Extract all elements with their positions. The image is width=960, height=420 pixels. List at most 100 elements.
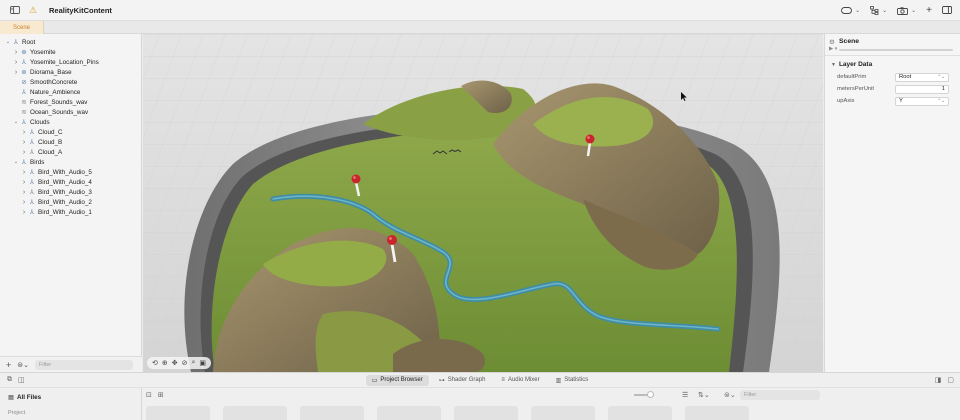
number-field[interactable]: 1 — [895, 84, 949, 94]
project-filter-input[interactable]: Filter — [740, 390, 820, 400]
warning-triangle-icon[interactable]: ⚠ — [27, 4, 39, 16]
hierarchy-item[interactable]: ≋ Ocean_Sounds_wav — [0, 107, 142, 117]
property-value: 1 — [941, 86, 945, 92]
hierarchy-item[interactable]: › ⊛ Diorama_Base — [0, 67, 142, 77]
bottom-tabs: ▭ Project Browser ⊶ Shader Graph ≡ Audio Mixe… — [365, 374, 595, 386]
inspector-toggle-icon[interactable] — [942, 5, 952, 16]
transform-icon: ⅄ — [30, 169, 34, 176]
rotate-icon[interactable]: ⊘ — [182, 359, 188, 367]
hierarchy-options-button[interactable]: ⌄ — [870, 6, 887, 15]
hierarchy-item[interactable]: ⌄ ⅄ Clouds — [0, 117, 142, 127]
asset-tile[interactable] — [223, 406, 287, 420]
diorama-scene[interactable] — [143, 34, 823, 372]
move-icon[interactable]: ✥ — [172, 359, 178, 367]
all-files-item[interactable]: ▦ All Files — [8, 394, 41, 401]
chevron-right-icon[interactable]: › — [20, 179, 28, 186]
bottom-tab-bar: ⧉ ◫ ▭ Project Browser ⊶ Shader Graph ≡ Audio … — [0, 373, 960, 388]
tab-shader-graph[interactable]: ⊶ Shader Graph — [433, 375, 492, 386]
asset-tile[interactable] — [146, 406, 210, 420]
chevron-down-icon: ⌄ — [882, 8, 888, 14]
asset-tile[interactable] — [531, 406, 595, 420]
hierarchy-filter-input[interactable]: Filter — [35, 359, 133, 370]
hierarchy-item[interactable]: › ⅄ Cloud_B — [0, 137, 142, 147]
popup-button[interactable]: Y ⌃⌄ — [895, 96, 949, 106]
new-folder-icon[interactable]: ⊞ — [158, 391, 164, 399]
hierarchy-item[interactable]: › ⊛ Yosemite — [0, 47, 142, 57]
hierarchy-item[interactable]: ⌄ ⅄ Birds — [0, 157, 142, 167]
chevron-down-icon[interactable]: ⌄ — [4, 39, 12, 45]
scene-hierarchy-panel: ⌄ ⅄ Root › ⊛ Yosemite › ⅄ Yosemite_Location_Pins… — [0, 34, 142, 372]
tab-statistics[interactable]: ▥ Statistics — [550, 375, 595, 386]
layer-data-section[interactable]: ▼ Layer Data — [831, 61, 872, 68]
asset-tile[interactable] — [300, 406, 364, 420]
chevron-down-icon[interactable]: ⌄ — [12, 159, 20, 165]
bottom-right-controls: ◨ ▢ — [935, 376, 954, 384]
zoom-icon[interactable]: ⌕ — [192, 359, 196, 367]
chevron-right-icon[interactable]: › — [20, 169, 28, 176]
asset-tile[interactable] — [454, 406, 518, 420]
chevron-right-icon[interactable]: › — [20, 189, 28, 196]
hierarchy-item[interactable]: › ⅄ Bird_With_Audio_5 — [0, 167, 142, 177]
asset-tile[interactable] — [608, 406, 672, 420]
hierarchy-item[interactable]: › ⅄ Bird_With_Audio_4 — [0, 177, 142, 187]
hierarchy-item[interactable]: ≋ Forest_Sounds_wav — [0, 97, 142, 107]
add-entity-icon[interactable]: + — [6, 360, 11, 370]
timeline-slider[interactable] — [839, 49, 953, 51]
window-icon[interactable]: ⧉ — [7, 376, 12, 384]
pan-icon[interactable]: ⊕ — [162, 359, 168, 367]
panel-toggle-icon[interactable]: ◨ — [935, 376, 942, 384]
chevron-right-icon[interactable]: › — [20, 209, 28, 216]
document-tab-strip: Scene — [0, 21, 960, 34]
hierarchy-item-label: Bird_With_Audio_2 — [38, 198, 92, 206]
asset-tile[interactable] — [377, 406, 441, 420]
hierarchy-item[interactable]: › ⅄ Yosemite_Location_Pins — [0, 57, 142, 67]
hierarchy-item[interactable]: › ⅄ Bird_With_Audio_1 — [0, 207, 142, 217]
add-icon[interactable]: + — [926, 5, 932, 16]
grid-icon: ▦ — [8, 394, 14, 401]
hierarchy-item[interactable]: › ⅄ Bird_With_Audio_2 — [0, 197, 142, 207]
vision-preview-button[interactable]: ⌄ — [841, 7, 860, 14]
asset-grid — [146, 406, 822, 420]
hierarchy-item[interactable]: › ⅄ Cloud_A — [0, 147, 142, 157]
chevron-right-icon[interactable]: › — [12, 49, 20, 56]
hierarchy-item[interactable]: ⅄ Nature_Ambience — [0, 87, 142, 97]
filter-options-icon[interactable]: ⊜⌄ — [724, 391, 736, 399]
hierarchy-item[interactable]: ⊘ SmoothConcrete — [0, 77, 142, 87]
3d-viewport[interactable]: ⟲ ⊕ ✥ ⊘ ⌕ ▣ — [143, 34, 823, 372]
frame-icon[interactable]: ▣ — [199, 359, 206, 367]
tab-audio-mixer[interactable]: ≡ Audio Mixer — [495, 375, 545, 386]
new-file-icon[interactable]: ⊡ — [146, 391, 152, 399]
sidebar-toggle-icon[interactable]: ◫ — [18, 376, 25, 384]
chevron-right-icon[interactable]: › — [20, 199, 28, 206]
asset-tile[interactable] — [685, 406, 749, 420]
model-icon: ⊛ — [21, 49, 27, 56]
hierarchy-tree: ⌄ ⅄ Root › ⊛ Yosemite › ⅄ Yosemite_Location_Pins… — [0, 37, 142, 217]
hierarchy-item[interactable]: › ⅄ Cloud_C — [0, 127, 142, 137]
popup-button[interactable]: Root ⌃⌄ — [895, 72, 949, 82]
orbit-icon[interactable]: ⟲ — [152, 359, 158, 367]
slider-knob[interactable] — [647, 391, 654, 398]
chevron-right-icon[interactable]: › — [20, 129, 28, 136]
transform-icon: ⅄ — [30, 139, 34, 146]
camera-button[interactable]: ⌄ — [897, 6, 916, 15]
chevron-right-icon[interactable]: › — [20, 149, 28, 156]
play-icon[interactable]: ▶ ⏸ — [829, 46, 838, 53]
sort-icon[interactable]: ⇅⌄ — [698, 391, 710, 399]
hierarchy-item[interactable]: ⌄ ⅄ Root — [0, 37, 142, 47]
sidebar-toggle-icon[interactable] — [9, 4, 21, 16]
hierarchy-item-label: Root — [22, 38, 36, 46]
chevron-down-icon[interactable]: ⌄ — [12, 119, 20, 125]
window-icon[interactable]: ▢ — [947, 376, 954, 384]
hierarchy-item[interactable]: › ⅄ Bird_With_Audio_3 — [0, 187, 142, 197]
chevron-right-icon[interactable]: › — [20, 139, 28, 146]
tab-project-browser[interactable]: ▭ Project Browser — [365, 374, 429, 386]
chevron-down-icon: ▼ — [831, 61, 836, 68]
property-row: metersPerUnit 1 — [837, 84, 957, 94]
chevron-right-icon[interactable]: › — [12, 59, 20, 66]
list-view-icon[interactable]: ☰ — [682, 391, 688, 399]
filter-options-icon[interactable]: ⊜⌄ — [17, 361, 29, 369]
chevron-right-icon[interactable]: › — [12, 69, 20, 76]
property-label: upAxis — [837, 98, 855, 104]
tab-scene[interactable]: Scene — [0, 21, 44, 34]
transform-icon: ⅄ — [22, 159, 26, 166]
